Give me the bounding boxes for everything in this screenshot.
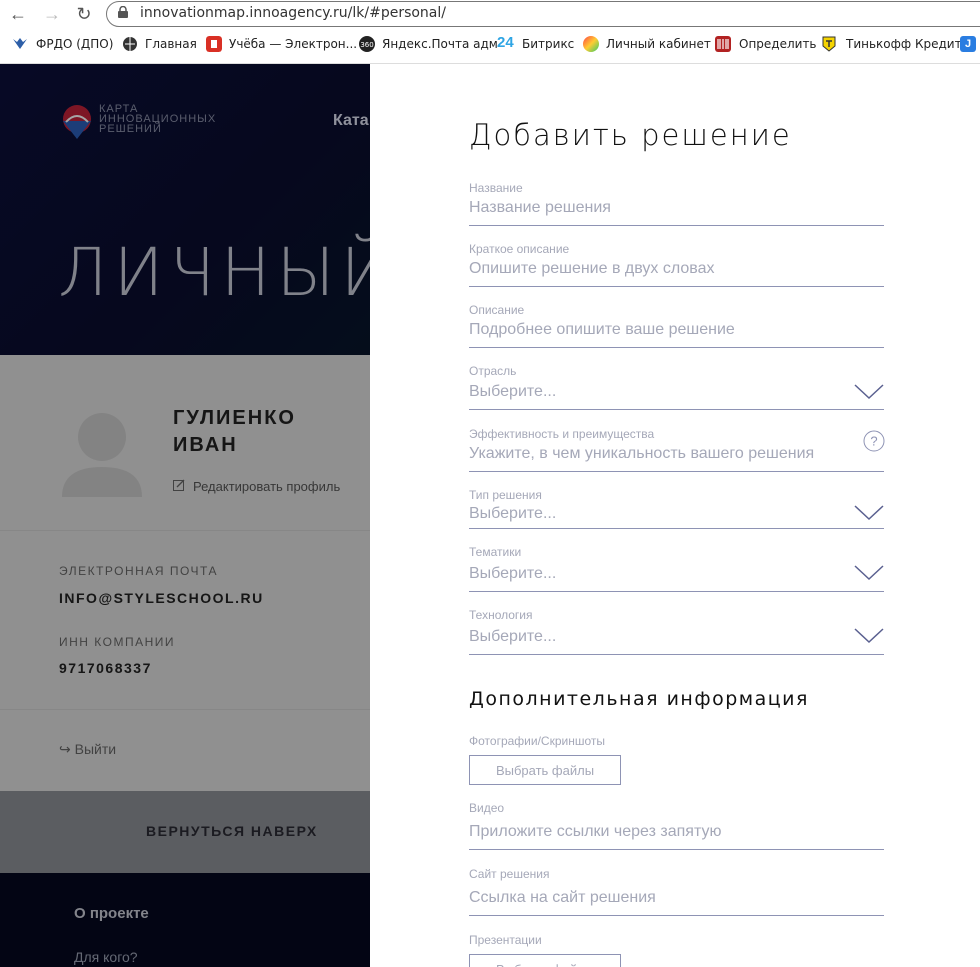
- technology-label: Технология: [469, 608, 533, 622]
- back-arrow-icon[interactable]: ←: [8, 4, 28, 24]
- technology-select[interactable]: Выберите...: [469, 628, 884, 646]
- bookmark-personal-cabinet[interactable]: Личный кабинет: [606, 37, 711, 51]
- modal-backdrop[interactable]: [0, 64, 370, 967]
- efficiency-underline: [469, 471, 884, 472]
- solution-type-label: Тип решения: [469, 488, 542, 502]
- chevron-down-icon[interactable]: [854, 384, 884, 400]
- jira-icon[interactable]: J: [960, 36, 976, 52]
- frdo-icon: [13, 38, 27, 49]
- browser-chrome: ← → ↻ innovationmap.innoagency.ru/lk/#pe…: [0, 0, 980, 64]
- choose-photos-button[interactable]: Выбрать файлы: [469, 755, 621, 785]
- short-description-input[interactable]: [469, 260, 884, 278]
- chevron-down-icon[interactable]: [854, 505, 884, 521]
- description-label: Описание: [469, 303, 525, 317]
- reload-icon[interactable]: ↻: [74, 4, 94, 24]
- video-underline: [469, 849, 884, 850]
- solution-type-underline: [469, 528, 884, 529]
- svg-text:?: ?: [870, 434, 877, 449]
- bookmark-frdo[interactable]: ФРДО (ДПО): [36, 37, 113, 51]
- chevron-down-icon[interactable]: [854, 628, 884, 644]
- modal-title: Добавить решение: [469, 118, 792, 152]
- bookmark-bitrix[interactable]: Битрикс: [522, 37, 574, 51]
- additional-info-heading: Дополнительная информация: [469, 688, 809, 710]
- bookmark-tinkoff[interactable]: Тинькофф Кредит: [846, 37, 962, 51]
- bookmark-identify[interactable]: Определить: [739, 37, 817, 51]
- solution-site-underline: [469, 915, 884, 916]
- yandex-360-icon: 360: [359, 36, 375, 52]
- solution-site-label: Сайт решения: [469, 867, 550, 881]
- short-description-underline: [469, 286, 884, 287]
- bitrix24-icon: 24: [497, 34, 514, 51]
- book-icon: [206, 36, 222, 52]
- bookmark-main[interactable]: Главная: [145, 37, 197, 51]
- circle-gradient-icon: [583, 36, 599, 52]
- forward-arrow-icon[interactable]: →: [42, 4, 62, 24]
- tinkoff-icon: [822, 36, 836, 52]
- url-text: innovationmap.innoagency.ru/lk/#personal…: [140, 5, 446, 21]
- short-description-label: Краткое описание: [469, 242, 570, 256]
- name-underline: [469, 225, 884, 226]
- video-input[interactable]: [469, 823, 884, 841]
- industry-select[interactable]: Выберите...: [469, 383, 884, 401]
- topics-underline: [469, 591, 884, 592]
- bookmark-yandex-mail[interactable]: Яндекс.Почта адм: [382, 37, 498, 51]
- video-label: Видео: [469, 801, 505, 815]
- presentations-label: Презентации: [469, 933, 542, 947]
- add-solution-modal: Добавить решение Название Краткое описан…: [370, 64, 980, 967]
- globe-icon: [123, 37, 137, 51]
- chevron-down-icon[interactable]: [854, 565, 884, 581]
- barcode-icon: [715, 36, 731, 52]
- industry-underline: [469, 409, 884, 410]
- photos-label: Фотографии/Скриншоты: [469, 734, 605, 748]
- name-label: Название: [469, 181, 523, 195]
- technology-underline: [469, 654, 884, 655]
- industry-label: Отрасль: [469, 364, 517, 378]
- bookmarks-bar: ФРДО (ДПО) Главная Учёба — Электрон... 3…: [0, 33, 980, 59]
- efficiency-label: Эффективность и преимущества: [469, 427, 655, 441]
- topics-select[interactable]: Выберите...: [469, 565, 884, 583]
- description-underline: [469, 347, 884, 348]
- topics-label: Тематики: [469, 545, 522, 559]
- bookmark-study[interactable]: Учёба — Электрон...: [229, 37, 357, 51]
- svg-text:360: 360: [360, 41, 373, 49]
- help-question-icon[interactable]: ?: [863, 430, 885, 452]
- lock-icon: [118, 6, 128, 18]
- name-input[interactable]: [469, 199, 884, 217]
- solution-type-select[interactable]: Выберите...: [469, 505, 884, 523]
- choose-presentations-button[interactable]: Выбрать файлы: [469, 954, 621, 967]
- efficiency-input[interactable]: [469, 445, 849, 463]
- description-input[interactable]: [469, 321, 884, 339]
- solution-site-input[interactable]: [469, 889, 884, 907]
